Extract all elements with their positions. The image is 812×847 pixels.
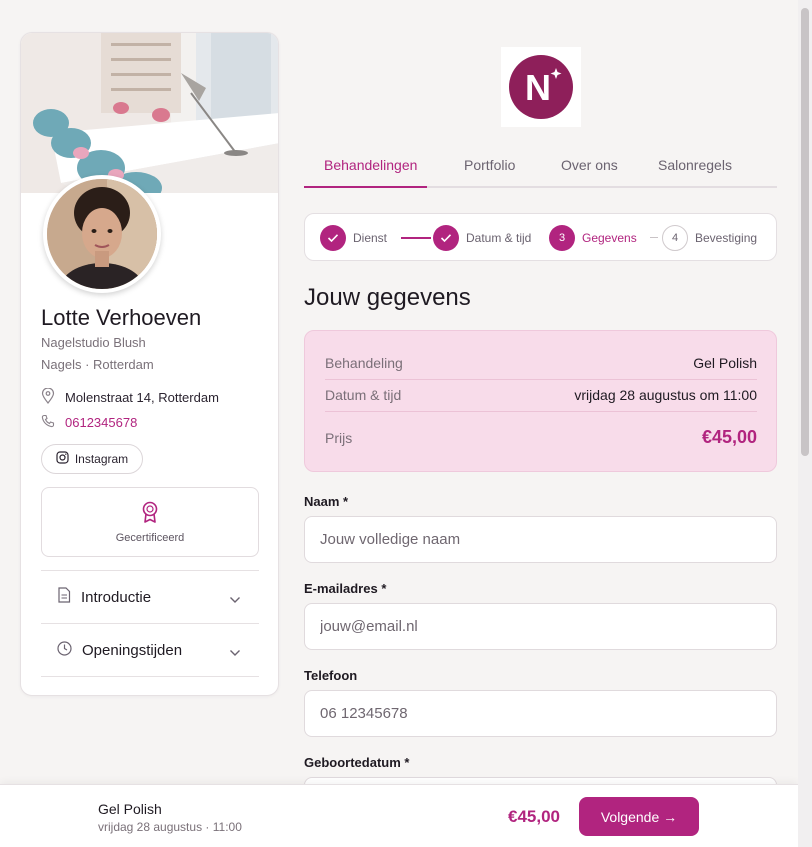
cover-photo [21,33,278,193]
summary-price-row: Prijs €45,00 [325,427,757,448]
active-tab-indicator [304,186,427,188]
certified-label: Gecertificeerd [115,531,185,544]
instagram-label: Instagram [74,452,129,466]
location-pin-icon [41,387,55,407]
footer-price: €45,00 [508,807,560,826]
accordion-label: Openingstijden [82,641,183,659]
name-field[interactable] [304,516,777,563]
next-button[interactable]: Volgende → [579,797,699,836]
certified-badge: Gecertificeerd [41,487,259,557]
instagram-button[interactable]: Instagram [41,444,143,474]
document-icon [57,587,71,607]
footer-treatment: Gel Polish [98,801,162,817]
step-label: Datum & tijd [466,231,532,245]
step-datum-tijd: Datum & tijd [433,225,531,251]
summary-value: vrijdag 28 augustus om 11:00 [574,387,757,403]
instagram-icon [56,451,69,467]
email-label: E-mailadres * [304,581,387,596]
avatar [43,175,161,293]
chevron-down-icon [229,644,241,661]
studio-name: Nagelstudio Blush [41,335,146,350]
tab-salonregels[interactable]: Salonregels [658,157,732,173]
step-number: 3 [549,225,575,251]
award-ribbon-icon [141,501,159,526]
name-label: Naam * [304,494,349,509]
svg-text:N: N [525,67,551,108]
phone-icon [41,414,55,431]
step-label: Dienst [353,231,388,245]
address-text: Molenstraat 14, Rotterdam [65,390,219,405]
divider [325,411,757,412]
summary-datetime-row: Datum & tijd vrijdag 28 augustus om 11:0… [325,387,757,403]
step-bevestiging: 4 Bevestiging [662,225,757,251]
birthdate-label: Geboortedatum * [304,755,410,770]
tab-bar: Behandelingen Portfolio Over ons Salonre… [304,152,777,188]
accordion-openingstijden[interactable]: Openingstijden [41,623,259,676]
summary-label: Behandeling [325,355,403,371]
clock-icon [57,640,72,660]
phone-row[interactable]: 0612345678 [41,414,137,431]
summary-price: €45,00 [701,427,757,447]
step-connector [401,237,431,239]
scrollbar[interactable] [798,0,812,847]
phone-link[interactable]: 0612345678 [65,415,137,430]
divider [325,379,757,380]
check-icon [433,225,459,251]
booking-footer: Gel Polish vrijdag 28 augustus · 11:00 €… [0,784,798,847]
address-row: Molenstraat 14, Rotterdam [41,387,219,407]
summary-label: Datum & tijd [325,387,402,403]
profile-name: Lotte Verhoeven [41,305,202,330]
tab-behandelingen[interactable]: Behandelingen [324,157,417,173]
phone-label: Telefoon [304,668,358,683]
page-title: Jouw gegevens [304,284,471,311]
step-label: Bevestiging [695,231,758,245]
chevron-down-icon [229,591,241,608]
step-dienst: Dienst [320,225,387,251]
step-gegevens: 3 Gegevens [549,225,637,251]
booking-stepper: Dienst Datum & tijd 3 Gegevens 4 Bevesti… [304,213,777,261]
step-label: Gegevens [582,231,637,245]
footer-datetime: vrijdag 28 augustus · 11:00 [98,820,242,834]
accordion-label: Introductie [81,588,152,606]
tab-over-ons[interactable]: Over ons [561,157,618,173]
summary-label: Prijs [325,429,353,446]
booking-summary: Behandeling Gel Polish Datum & tijd vrij… [304,330,777,472]
phone-field[interactable] [304,690,777,737]
profile-tagline: Nagels · Rotterdam [41,357,154,372]
check-icon [320,225,346,251]
step-number: 4 [662,225,688,251]
profile-card: Lotte Verhoeven Nagelstudio Blush Nagels… [20,32,279,696]
salon-logo: N [501,47,581,127]
email-field[interactable] [304,603,777,650]
scrollbar-thumb[interactable] [801,8,809,456]
divider [41,676,259,677]
accordion-introductie[interactable]: Introductie [41,570,259,623]
summary-treatment-row: Behandeling Gel Polish [325,355,757,371]
tab-portfolio[interactable]: Portfolio [464,157,515,173]
summary-value: Gel Polish [693,355,757,371]
step-connector [650,237,658,238]
